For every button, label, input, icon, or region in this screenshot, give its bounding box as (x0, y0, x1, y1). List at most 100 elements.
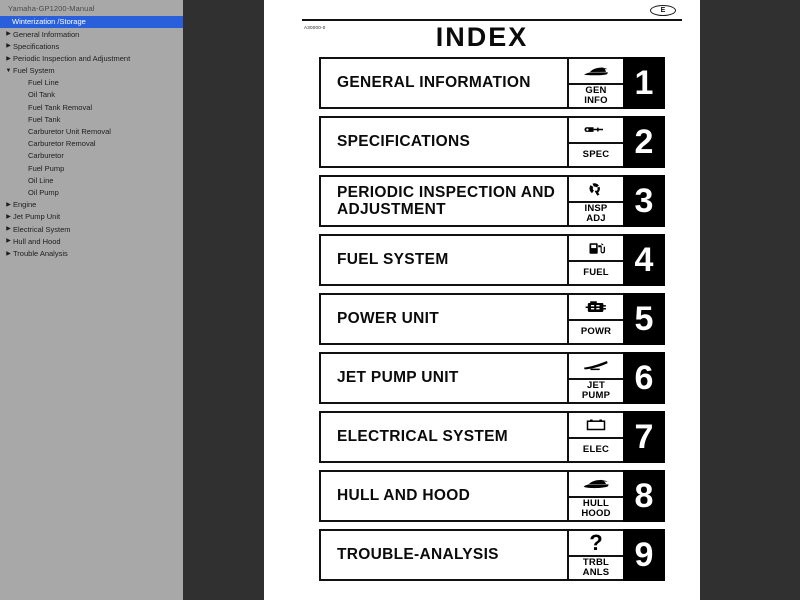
index-section-name: ELECTRICAL SYSTEM (319, 411, 567, 463)
bookmark-label: General Information (13, 29, 80, 39)
index-section-number: 9 (623, 529, 665, 581)
bookmark-item[interactable]: Fuel Tank (0, 114, 183, 126)
engine-icon (569, 295, 623, 321)
spanner-icon (569, 118, 623, 144)
index-section-number: 2 (623, 116, 665, 168)
bookmark-label: Fuel Line (28, 78, 59, 88)
bookmark-item[interactable]: Carburetor Unit Removal (0, 126, 183, 138)
index-row[interactable]: ELECTRICAL SYSTEM ELEC 7 (319, 411, 665, 463)
index-section-number: 1 (623, 57, 665, 109)
chevron-right-icon[interactable]: ▶ (4, 238, 13, 244)
fuel-pump-icon (569, 236, 623, 262)
index-row[interactable]: PERIODIC INSPECTION AND ADJUSTMENT INSP A… (319, 175, 665, 227)
page-title: INDEX (435, 22, 529, 52)
index-section-name: TROUBLE-ANALYSIS (319, 529, 567, 581)
index-section-name: JET PUMP UNIT (319, 352, 567, 404)
watercraft-icon (569, 59, 623, 85)
bookmark-label: Carburetor Unit Removal (28, 127, 111, 137)
index-row[interactable]: JET PUMP UNIT JET PUMP 6 (319, 352, 665, 404)
index-section-name: GENERAL INFORMATION (319, 57, 567, 109)
index-row[interactable]: TROUBLE-ANALYSIS? TRBL ANLS 9 (319, 529, 665, 581)
index-section-number: 8 (623, 470, 665, 522)
index-section-code: TRBL ANLS (582, 557, 610, 578)
bookmark-item[interactable]: ▶ Jet Pump Unit (0, 211, 183, 223)
index-section-name: SPECIFICATIONS (319, 116, 567, 168)
bookmark-label: Engine (13, 200, 37, 210)
bookmark-label: Carburetor (28, 151, 64, 161)
index-section-name: HULL AND HOOD (319, 470, 567, 522)
bookmark-label: Carburetor Removal (28, 139, 96, 149)
bookmark-label: Electrical System (13, 224, 71, 234)
index-row[interactable]: HULL AND HOOD HULL HOOD 8 (319, 470, 665, 522)
chevron-right-icon[interactable]: ▶ (4, 214, 13, 220)
chevron-right-icon[interactable]: ▶ (4, 226, 13, 232)
chevron-right-icon[interactable]: ▶ (4, 31, 13, 37)
index-section-name: POWER UNIT (319, 293, 567, 345)
index-section-tab: GEN INFO (567, 57, 623, 109)
index-row[interactable]: SPECIFICATIONS SPEC 2 (319, 116, 665, 168)
index-section-tab: HULL HOOD (567, 470, 623, 522)
index-section-tab: JET PUMP (567, 352, 623, 404)
bookmark-label: Jet Pump Unit (13, 212, 61, 222)
bookmark-item[interactable]: Carburetor (0, 150, 183, 162)
index-section-code: HULL HOOD (581, 498, 611, 519)
bookmark-item[interactable]: Fuel Pump (0, 162, 183, 174)
document-page: E A30000-0 INDEX GENERAL INFORMATION GEN … (264, 0, 700, 600)
index-section-code: SPEC (582, 149, 610, 161)
bookmark-label: Periodic Inspection and Adjustment (13, 53, 131, 63)
bookmark-label: Trouble Analysis (13, 248, 68, 258)
impeller-icon (569, 354, 623, 380)
bookmark-item[interactable]: Fuel Line (0, 77, 183, 89)
chevron-down-icon[interactable]: ▼ (4, 68, 13, 74)
index-section-code: GEN INFO (584, 85, 608, 106)
index-section-number: 4 (623, 234, 665, 286)
index-section-number: 7 (623, 411, 665, 463)
index-section-tab: FUEL (567, 234, 623, 286)
wrench-gauge-icon (569, 177, 623, 203)
index-section-tab: ? TRBL ANLS (567, 529, 623, 581)
index-section-number: 6 (623, 352, 665, 404)
bookmark-label: Fuel Tank Removal (28, 102, 93, 112)
index-section-name: PERIODIC INSPECTION AND ADJUSTMENT (319, 175, 567, 227)
bookmark-item[interactable]: ▼ Fuel System (0, 65, 183, 77)
page-viewport[interactable]: E A30000-0 INDEX GENERAL INFORMATION GEN … (183, 0, 800, 600)
index-section-tab: INSP ADJ (567, 175, 623, 227)
index-table: GENERAL INFORMATION GEN INFO 1 SPECIFICATIO… (319, 57, 665, 588)
header-rule (302, 19, 682, 21)
bookmark-item[interactable]: ▶ Engine (0, 199, 183, 211)
bookmark-item[interactable]: Oil Tank (0, 89, 183, 101)
chevron-right-icon[interactable]: ▶ (4, 251, 13, 257)
hull-icon (569, 472, 623, 498)
bookmark-item[interactable]: ▶ Specifications (0, 40, 183, 52)
bookmark-item[interactable]: ▶ Trouble Analysis (0, 248, 183, 260)
bookmark-item[interactable]: Carburetor Removal (0, 138, 183, 150)
language-badge: E (650, 5, 676, 16)
bookmark-item[interactable]: ▶ Hull and Hood (0, 235, 183, 247)
bookmarks-sidebar[interactable]: Yamaha-GP1200-Manual Winterization /Stor… (0, 0, 183, 600)
pdf-viewer-window: Yamaha-GP1200-Manual Winterization /Stor… (0, 0, 800, 600)
bookmark-label: Fuel System (13, 66, 55, 76)
chevron-right-icon[interactable]: ▶ (4, 43, 13, 49)
index-row[interactable]: POWER UNIT POWR 5 (319, 293, 665, 345)
bookmark-label: Oil Tank (28, 90, 55, 100)
index-section-code: POWR (580, 326, 612, 338)
bookmark-item[interactable]: Oil Line (0, 174, 183, 186)
index-row[interactable]: FUEL SYSTEM FUEL 4 (319, 234, 665, 286)
bookmark-list[interactable]: Winterization /Storage ▶ General Informati… (0, 16, 183, 260)
bookmark-item[interactable]: ▶ General Information (0, 28, 183, 40)
index-section-code: JET PUMP (581, 380, 611, 401)
bookmark-item[interactable]: ▶ Electrical System (0, 223, 183, 235)
chevron-right-icon[interactable]: ▶ (4, 56, 13, 62)
bookmark-item[interactable]: Oil Pump (0, 187, 183, 199)
bookmark-item[interactable]: ▶ Periodic Inspection and Adjustment (0, 53, 183, 65)
bookmark-label: Winterization /Storage (12, 17, 86, 27)
bookmark-label: Oil Pump (28, 187, 59, 197)
bookmark-item[interactable]: Winterization /Storage (0, 16, 183, 29)
index-row[interactable]: GENERAL INFORMATION GEN INFO 1 (319, 57, 665, 109)
chevron-right-icon[interactable]: ▶ (4, 202, 13, 208)
bookmark-item[interactable]: Fuel Tank Removal (0, 101, 183, 113)
index-section-code: ELEC (582, 444, 610, 456)
bookmark-label: Fuel Pump (28, 163, 65, 173)
index-section-tab: SPEC (567, 116, 623, 168)
bookmark-label: Fuel Tank (28, 114, 61, 124)
